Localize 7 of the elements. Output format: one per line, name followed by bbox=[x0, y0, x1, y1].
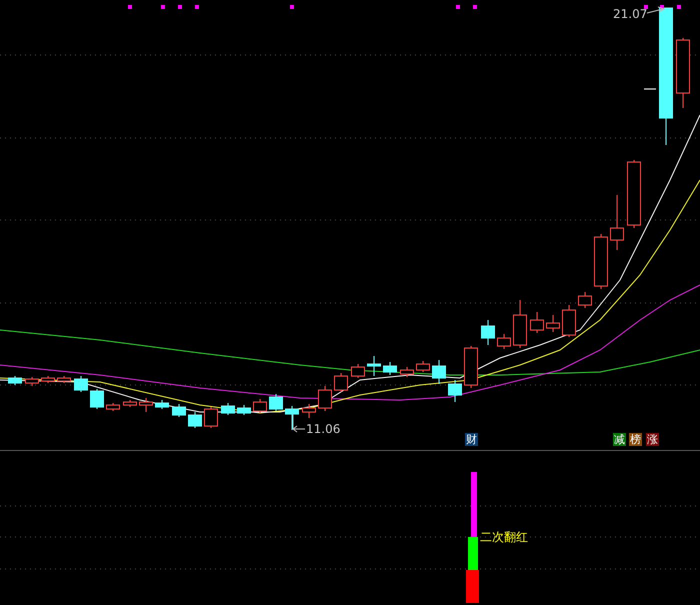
event-badge[interactable]: 减 bbox=[613, 433, 626, 446]
low-price-label: 11.06 bbox=[306, 422, 340, 436]
event-badge[interactable]: 财 bbox=[465, 433, 478, 446]
signal-label: 二次翻红 bbox=[480, 530, 528, 544]
event-badge[interactable]: 涨 bbox=[646, 433, 659, 446]
event-badge[interactable]: 榜 bbox=[629, 433, 642, 446]
high-price-label: 21.07 bbox=[613, 7, 648, 21]
